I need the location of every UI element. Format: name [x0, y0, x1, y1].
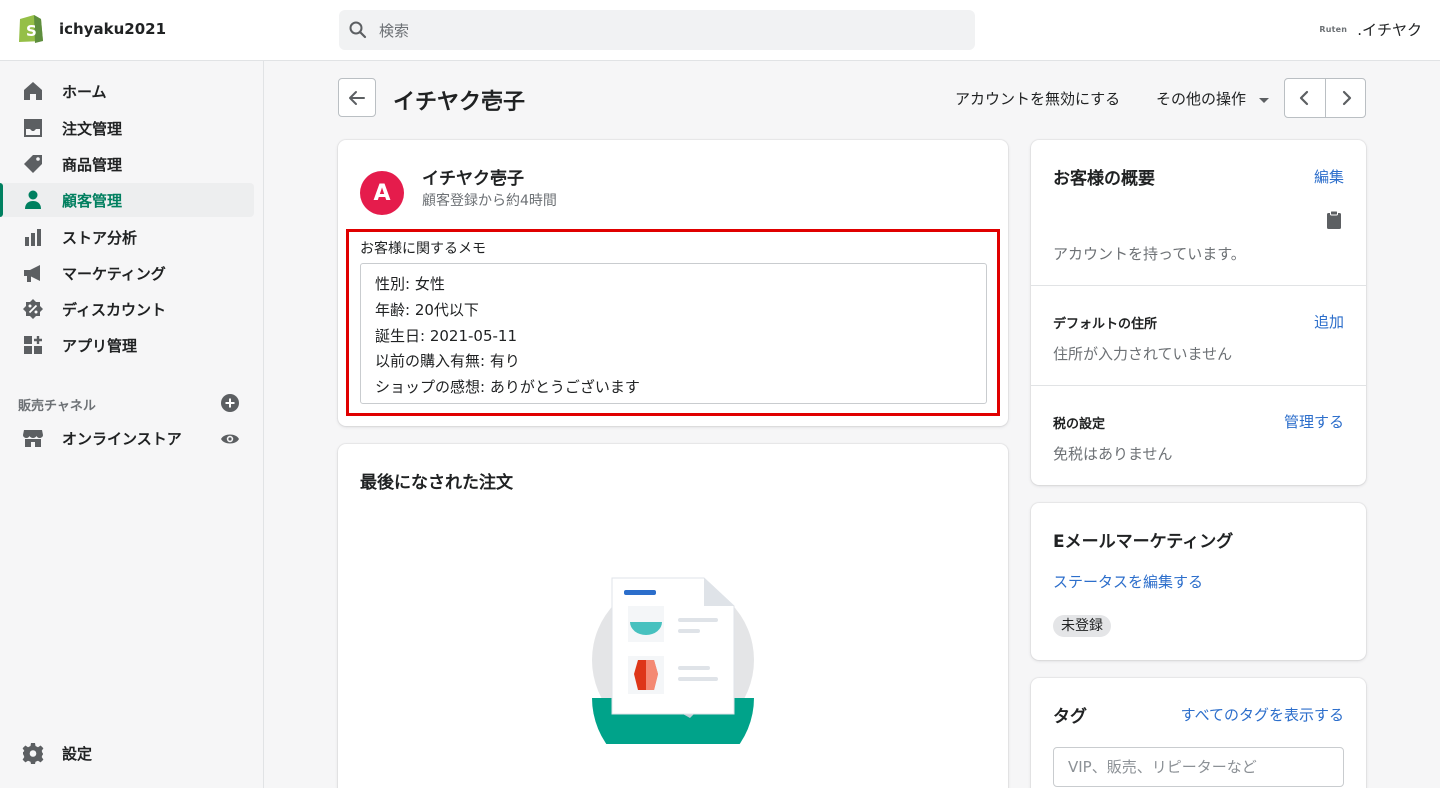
edit-overview-link[interactable]: 編集 [1314, 166, 1344, 187]
customer-name: イチヤク壱子 [422, 169, 524, 189]
back-button[interactable] [338, 78, 376, 117]
clipboard-icon[interactable] [1326, 210, 1342, 230]
sidebar-item-label: アプリ管理 [62, 337, 138, 355]
sidebar-item-online-store[interactable]: オンラインストア [0, 421, 254, 455]
divider [1031, 385, 1366, 386]
chevron-right-icon[interactable] [1336, 88, 1356, 108]
last-order-title: 最後になされた注文 [360, 473, 513, 493]
memo-line: 以前の購入有無: 有り [375, 352, 520, 371]
sidebar-item-label: マーケティング [62, 265, 166, 283]
add-address-link[interactable]: 追加 [1314, 311, 1344, 332]
no-tax-exemption-text: 免税はありません [1053, 445, 1173, 463]
avatar: A [360, 171, 404, 215]
overview-title: お客様の概要 [1053, 169, 1155, 189]
sidebar-item-label: 設定 [62, 745, 93, 763]
tags-input[interactable] [1054, 748, 1343, 786]
tax-settings-title: 税の設定 [1053, 417, 1106, 432]
customer-card: A イチヤク壱子 顧客登録から約4時間 お客様に関するメモ 性別: 女性 年齢:… [338, 140, 1008, 426]
eye-icon[interactable] [220, 429, 240, 449]
tags-card: タグ すべてのタグを表示する [1031, 678, 1366, 788]
account-logo: Ruten [1319, 25, 1348, 34]
sidebar-item-analytics[interactable]: ストア分析 [0, 220, 254, 254]
top-bar: S ichyaku2021 検索 Ruten .イチヤク [0, 0, 1440, 61]
view-all-tags-link[interactable]: すべてのタグを表示する [1181, 704, 1344, 725]
manage-tax-link[interactable]: 管理する [1284, 411, 1344, 432]
sidebar-item-orders[interactable]: 注文管理 [0, 111, 254, 145]
disable-account-button[interactable]: アカウントを無効にする [955, 88, 1120, 109]
pagination [1284, 78, 1366, 118]
status-badge: 未登録 [1053, 615, 1111, 637]
add-circle-icon[interactable] [220, 393, 240, 413]
sidebar-item-label: 商品管理 [62, 156, 123, 174]
tags-title: タグ [1053, 707, 1087, 727]
sales-channels-title: 販売チャネル [18, 399, 96, 414]
caret-down-icon [1258, 97, 1269, 103]
divider [1031, 285, 1366, 286]
sidebar-item-label: ディスカウント [62, 301, 166, 319]
search-icon [349, 21, 367, 39]
home-icon [24, 82, 42, 100]
tags-input-wrapper [1053, 747, 1344, 787]
memo-line: 年齢: 20代以下 [375, 300, 479, 319]
no-address-text: 住所が入力されていません [1053, 345, 1233, 363]
discount-icon [23, 299, 43, 319]
analytics-icon [25, 229, 41, 246]
orders-icon [24, 119, 42, 137]
sidebar: ホーム 注文管理 商品管理 顧客管理 ストア分析 マーケティング ディスカウント… [0, 61, 264, 788]
sidebar-item-label: 顧客管理 [62, 192, 123, 210]
svg-text:S: S [26, 22, 37, 40]
default-address-title: デフォルトの住所 [1053, 317, 1158, 332]
chevron-left-icon[interactable] [1295, 88, 1315, 108]
customer-since: 顧客登録から約4時間 [422, 193, 557, 209]
account-status-text: アカウントを持っています。 [1053, 245, 1246, 263]
sidebar-item-settings[interactable]: 設定 [0, 736, 254, 770]
sidebar-item-label: 注文管理 [62, 120, 123, 138]
sidebar-item-label: ストア分析 [62, 229, 138, 247]
shopify-logo-icon[interactable]: S [16, 12, 44, 44]
store-icon [23, 430, 43, 447]
sidebar-item-marketing[interactable]: マーケティング [0, 256, 254, 290]
email-marketing-card: Eメールマーケティング ステータスを編集する 未登録 [1031, 503, 1366, 660]
last-order-card: 最後になされた注文 [338, 444, 1008, 788]
memo-label: お客様に関するメモ [360, 241, 486, 257]
store-name[interactable]: ichyaku2021 [59, 20, 166, 38]
memo-textarea[interactable]: 性別: 女性 年齢: 20代以下 誕生日: 2021-05-11 以前の購入有無… [360, 263, 987, 404]
sidebar-item-home[interactable]: ホーム [0, 74, 254, 108]
account-menu[interactable]: Ruten .イチヤク [1319, 19, 1422, 40]
sidebar-item-customers[interactable]: 顧客管理 [0, 183, 254, 217]
memo-line: ショップの感想: ありがとうございます [375, 378, 640, 397]
pagination-divider [1325, 79, 1326, 117]
more-actions-button[interactable]: その他の操作 [1156, 88, 1271, 109]
apps-icon [24, 336, 42, 354]
sidebar-item-label: オンラインストア [62, 430, 182, 448]
sidebar-item-apps[interactable]: アプリ管理 [0, 328, 254, 362]
memo-line: 誕生日: 2021-05-11 [375, 326, 517, 345]
arrow-left-icon [349, 91, 365, 105]
memo-line: 性別: 女性 [375, 275, 445, 293]
gear-icon [22, 743, 44, 764]
email-marketing-title: Eメールマーケティング [1053, 532, 1234, 552]
customer-icon [25, 190, 41, 209]
search-placeholder: 検索 [379, 22, 410, 40]
empty-orders-illustration-icon [592, 577, 754, 744]
edit-status-link[interactable]: ステータスを編集する [1053, 571, 1203, 592]
customer-overview-card: お客様の概要 編集 アカウントを持っています。 デフォルトの住所 追加 住所が入… [1031, 140, 1366, 485]
sidebar-item-products[interactable]: 商品管理 [0, 147, 254, 181]
more-actions-label: その他の操作 [1156, 90, 1247, 108]
sidebar-item-label: ホーム [62, 83, 107, 101]
search-bar[interactable]: 検索 [339, 10, 975, 50]
tag-icon [24, 155, 42, 173]
account-name: .イチヤク [1357, 21, 1422, 39]
sidebar-item-discounts[interactable]: ディスカウント [0, 292, 254, 326]
page-title: イチヤク壱子 [393, 90, 526, 115]
megaphone-icon [24, 265, 40, 282]
